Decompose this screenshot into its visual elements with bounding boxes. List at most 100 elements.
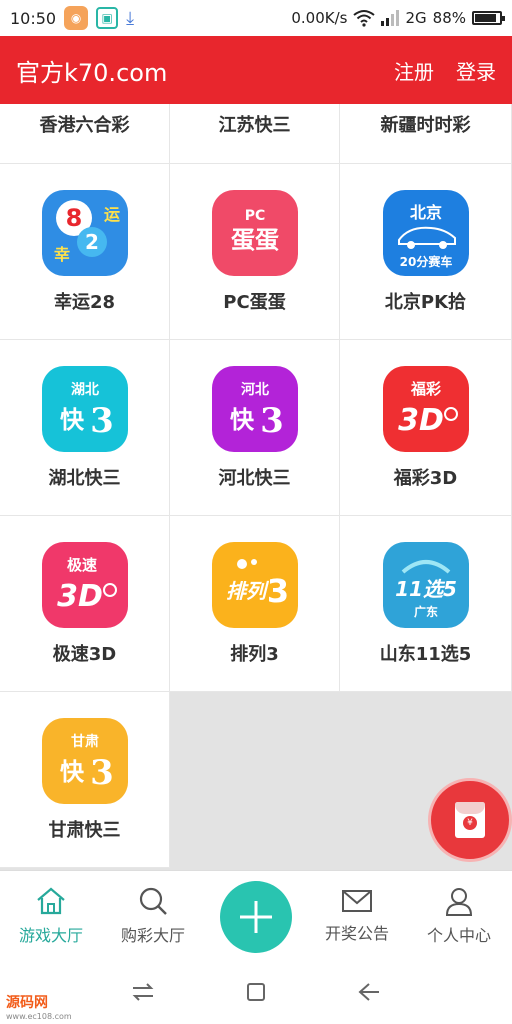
shandong-11x5-icon: 11选5 广东: [382, 541, 469, 628]
svg-text:北京: 北京: [409, 203, 441, 222]
red-envelope-button[interactable]: ¥: [428, 778, 512, 862]
svg-text:快: 快: [230, 406, 255, 434]
game-label: 山东11选5: [379, 643, 472, 665]
mail-icon: [342, 889, 372, 912]
game-tile-hubei-k3[interactable]: 湖北 快 3 湖北快三: [0, 340, 170, 516]
game-row: 8 2 运 幸 幸运28 PC 蛋蛋 PC蛋蛋 北京 20分赛车 北京PK拾: [0, 164, 512, 340]
battery-percent: 88%: [432, 9, 466, 27]
game-label: 幸运28: [53, 291, 116, 313]
nav-center: [204, 871, 306, 960]
notification-app-icon: ◉: [64, 6, 89, 30]
scan-notification-icon: ▣: [96, 7, 119, 29]
download-icon: ⤓: [126, 7, 135, 29]
game-tile-xinjiang-ssc[interactable]: 新疆时时彩: [340, 104, 512, 164]
game-label: 福彩3D: [393, 467, 458, 489]
back-icon[interactable]: [357, 982, 381, 1002]
svg-text:湖北: 湖北: [71, 382, 99, 398]
svg-text:3: 3: [266, 572, 288, 610]
site-title: 官方k70.com: [16, 58, 168, 87]
game-tile-hebei-k3[interactable]: 河北 快 3 河北快三: [170, 340, 340, 516]
game-tile-pailie3[interactable]: 排列 3 排列3: [170, 516, 340, 692]
nav-buy-lobby[interactable]: 购彩大厅: [102, 871, 204, 960]
svg-text:福彩: 福彩: [409, 380, 440, 398]
svg-text:快: 快: [60, 758, 85, 786]
game-tile-lucky28[interactable]: 8 2 运 幸 幸运28: [0, 164, 170, 340]
game-label: 湖北快三: [48, 467, 121, 489]
svg-text:运: 运: [104, 205, 120, 224]
game-row: 湖北 快 3 湖北快三 河北 快 3 河北快三 福彩 3D 福彩3D: [0, 340, 512, 516]
svg-text:幸: 幸: [54, 245, 70, 264]
login-link[interactable]: 登录: [456, 56, 496, 85]
nav-label: 开奖公告: [324, 923, 389, 943]
battery-icon: [472, 11, 505, 25]
nav-label: 个人中心: [426, 925, 491, 945]
register-link[interactable]: 注册: [394, 56, 434, 85]
jisu-3d-icon: 极速 3D: [41, 541, 128, 628]
svg-text:11选5: 11选5: [395, 577, 457, 601]
status-bar: 10:50 ◉ ▣ ⤓ 0.00K/s 2G 88%: [0, 0, 512, 36]
menu-switch-icon[interactable]: [131, 982, 155, 1002]
gansu-k3-icon: 甘肃 快 3: [41, 717, 128, 804]
game-row-partial: 香港六合彩 江苏快三 新疆时时彩: [0, 104, 512, 164]
svg-text:20分赛车: 20分赛车: [399, 254, 452, 269]
system-nav-bar: [0, 960, 512, 1024]
game-label: 北京PK拾: [384, 291, 467, 313]
nav-label: 购彩大厅: [120, 925, 185, 945]
svg-text:3: 3: [90, 753, 114, 793]
game-tile-pc-egg[interactable]: PC 蛋蛋 PC蛋蛋: [170, 164, 340, 340]
watermark-logo: 源码网 www.ec108.com: [6, 992, 72, 1021]
game-tile-jiangsu-k3[interactable]: 江苏快三: [170, 104, 340, 164]
nav-profile[interactable]: 个人中心: [408, 871, 510, 960]
watermark-url: www.ec108.com: [6, 1012, 72, 1021]
app-header: 官方k70.com 注册 登录: [0, 36, 512, 104]
nav-label: 游戏大厅: [18, 925, 83, 945]
game-label: 新疆时时彩: [380, 115, 471, 136]
game-label: 甘肃快三: [48, 819, 121, 841]
game-label: 河北快三: [218, 467, 291, 489]
nav-game-lobby[interactable]: 游戏大厅: [0, 871, 102, 960]
game-tile-shandong-11x5[interactable]: 11选5 广东 山东11选5: [340, 516, 512, 692]
svg-text:2: 2: [85, 230, 99, 254]
home-square-icon[interactable]: [245, 981, 267, 1003]
wifi-icon: [353, 10, 376, 27]
game-label: 极速3D: [52, 643, 117, 665]
home-icon: [37, 887, 65, 914]
lucky28-icon: 8 2 运 幸: [41, 189, 128, 276]
game-row: 极速 3D 极速3D 排列 3 排列3 11选5 广东 山东11选5: [0, 516, 512, 692]
svg-text:3: 3: [90, 401, 114, 441]
bottom-nav: 游戏大厅 购彩大厅 开奖公告 个人中心: [0, 870, 512, 960]
battery-fill: [475, 14, 496, 22]
network-speed: 0.00K/s: [291, 9, 348, 27]
search-icon: [139, 887, 167, 915]
game-tile-jisu-3d[interactable]: 极速 3D 极速3D: [0, 516, 170, 692]
svg-text:甘肃: 甘肃: [71, 733, 99, 750]
plus-icon: [240, 901, 272, 933]
game-tile-fucai-3d[interactable]: 福彩 3D 福彩3D: [340, 340, 512, 516]
network-type: 2G: [405, 9, 427, 27]
signal-icon: [381, 10, 400, 26]
svg-text:快: 快: [60, 406, 85, 434]
svg-text:蛋蛋: 蛋蛋: [231, 226, 279, 254]
svg-text:PC: PC: [244, 208, 265, 224]
fucai-3d-icon: 福彩 3D: [382, 365, 469, 452]
game-label: PC蛋蛋: [223, 291, 286, 313]
svg-text:3D: 3D: [57, 579, 103, 614]
svg-text:河北: 河北: [241, 381, 269, 398]
game-label: 香港六合彩: [39, 115, 130, 136]
game-tile-hk-marksix[interactable]: 香港六合彩: [0, 104, 170, 164]
game-tile-gansu-k3[interactable]: 甘肃 快 3 甘肃快三: [0, 692, 170, 868]
status-time: 10:50: [10, 8, 57, 28]
svg-text:广东: 广东: [413, 604, 437, 619]
add-button[interactable]: [220, 881, 292, 953]
pailie3-icon: 排列 3: [211, 541, 298, 628]
red-envelope-icon: ¥: [455, 802, 485, 838]
game-tile-beijing-pk10[interactable]: 北京 20分赛车 北京PK拾: [340, 164, 512, 340]
game-label: 排列3: [230, 643, 279, 665]
svg-text:3: 3: [260, 401, 284, 441]
user-icon: [445, 887, 473, 916]
svg-text:3D: 3D: [398, 403, 444, 438]
game-grid[interactable]: 香港六合彩 江苏快三 新疆时时彩 8 2 运 幸 幸运28 PC 蛋蛋 PC蛋蛋…: [0, 104, 512, 870]
nav-results[interactable]: 开奖公告: [306, 871, 408, 960]
beijing-pk10-icon: 北京 20分赛车: [382, 189, 469, 276]
watermark-name: 源码网: [6, 995, 48, 1011]
